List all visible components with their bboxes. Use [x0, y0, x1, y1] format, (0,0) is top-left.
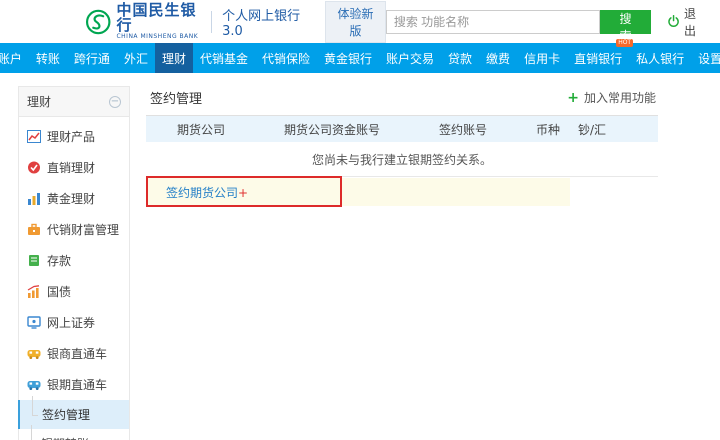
sidebar-subitem-contract-management[interactable]: 签约管理: [18, 400, 129, 429]
orange-bus-icon: [27, 347, 41, 360]
sidebar: 理财 − 理财产品 直销理财 黄金理财 代销财富管理 存款: [18, 86, 130, 440]
nav-item-credit-card[interactable]: 信用卡: [517, 43, 567, 73]
table-header-row: 期货公司 期货公司资金账号 签约账号 币种 钞/汇: [146, 116, 658, 142]
header-divider: [211, 11, 212, 33]
blue-bus-icon: [27, 378, 41, 391]
tree-connector: [20, 408, 42, 422]
sidebar-item-label: 国债: [47, 283, 71, 300]
column-currency: 币种: [518, 121, 578, 138]
sidebar-subitem-label: 银期转账: [41, 435, 89, 440]
sign-link-plus: +: [238, 186, 248, 200]
column-cash-exchange: 钞/汇: [578, 121, 648, 138]
add-common-label: 加入常用功能: [584, 89, 656, 106]
power-icon: [667, 14, 680, 29]
try-new-version-button[interactable]: 体验新版: [325, 1, 386, 43]
sidebar-item-bank-futures-express[interactable]: 银期直通车: [19, 369, 129, 400]
sign-futures-company-link[interactable]: 签约期货公司+: [166, 184, 248, 201]
logout-button[interactable]: 退出: [667, 5, 705, 39]
nav-item-gold-bank[interactable]: 黄金银行: [317, 43, 379, 73]
column-futures-fund-account: 期货公司资金账号: [256, 121, 408, 138]
nav-item-settings[interactable]: 设置: [691, 43, 720, 73]
bank-name: 中国民生银行: [116, 3, 201, 33]
sidebar-item-treasury-bonds[interactable]: 国债: [19, 276, 129, 307]
nav-item-transfer[interactable]: 转账: [29, 43, 67, 73]
sidebar-item-deposits[interactable]: 存款: [19, 245, 129, 276]
sidebar-item-bank-merchant-express[interactable]: 银商直通车: [19, 338, 129, 369]
sidebar-item-label: 存款: [47, 252, 71, 269]
nav-item-wealth[interactable]: 理财: [155, 43, 193, 73]
sidebar-item-label: 理财产品: [47, 128, 95, 145]
nav-item-payments[interactable]: 缴费: [479, 43, 517, 73]
page-title: 签约管理: [150, 88, 202, 107]
sidebar-header[interactable]: 理财 −: [19, 87, 129, 117]
add-to-common-functions-button[interactable]: + 加入常用功能: [567, 89, 656, 106]
sidebar-subitem-label: 签约管理: [42, 406, 90, 423]
sidebar-item-wealth-products[interactable]: 理财产品: [19, 121, 129, 152]
sidebar-item-label: 代销财富管理: [47, 221, 119, 238]
search-input[interactable]: [386, 10, 600, 34]
bank-name-en: CHINA MINSHENG BANK: [116, 33, 201, 41]
sign-link-label: 签约期货公司: [166, 186, 238, 200]
column-futures-company: 期货公司: [146, 121, 256, 138]
nav-item-private-bank[interactable]: 私人银行: [629, 43, 691, 73]
empty-state-message: 您尚未与我行建立银期签约关系。: [146, 142, 658, 177]
sidebar-item-label: 直销理财: [47, 159, 95, 176]
column-contract-account: 签约账号: [408, 121, 518, 138]
sidebar-item-label: 银商直通车: [47, 345, 107, 362]
sidebar-subitem-bank-futures-transfer[interactable]: 银期转账: [19, 429, 129, 440]
nav-item-funds[interactable]: 代销基金: [193, 43, 255, 73]
nav-item-accounts[interactable]: 账户: [0, 43, 29, 73]
tree-connector: [19, 437, 41, 440]
nav-item-loans[interactable]: 贷款: [441, 43, 479, 73]
nav-item-account-trade[interactable]: 账户交易: [379, 43, 441, 73]
main-content: 签约管理 + 加入常用功能 期货公司 期货公司资金账号 签约账号 币种 钞/汇 …: [146, 86, 658, 440]
search-box: 搜索: [386, 10, 651, 34]
bank-logo: 中国民生银行 CHINA MINSHENG BANK: [85, 3, 201, 41]
sidebar-item-label: 网上证券: [47, 314, 95, 331]
sidebar-item-label: 黄金理财: [47, 190, 95, 207]
sign-action-row: 签约期货公司+: [146, 178, 570, 206]
main-nav: 首页 账户 转账 跨行通 外汇 理财 代销基金 代销保险 黄金银行 账户交易 贷…: [0, 43, 720, 73]
plus-icon: +: [567, 92, 579, 104]
nav-item-forex[interactable]: 外汇: [117, 43, 155, 73]
search-button[interactable]: 搜索: [600, 10, 651, 34]
product-title: 个人网上银行 3.0: [222, 5, 313, 39]
sidebar-item-agency-wealth[interactable]: 代销财富管理: [19, 214, 129, 245]
line-chart-icon: [27, 130, 41, 143]
minsheng-swirl-icon: [85, 7, 111, 37]
minus-circle-icon[interactable]: −: [109, 96, 121, 108]
monitor-icon: [27, 316, 41, 329]
trend-chart-icon: [27, 285, 41, 298]
logout-label: 退出: [684, 5, 705, 39]
red-badge-icon: [27, 161, 41, 174]
nav-item-direct-bank[interactable]: 直销银行 HOT: [567, 43, 629, 73]
nav-item-insurance[interactable]: 代销保险: [255, 43, 317, 73]
gold-bar-chart-icon: [27, 192, 41, 205]
top-header: 中国民生银行 CHINA MINSHENG BANK 个人网上银行 3.0 体验…: [0, 0, 720, 43]
sidebar-item-label: 银期直通车: [47, 376, 107, 393]
sidebar-item-direct-wealth[interactable]: 直销理财: [19, 152, 129, 183]
briefcase-icon: [27, 223, 41, 236]
sidebar-item-online-securities[interactable]: 网上证券: [19, 307, 129, 338]
nav-item-interbank[interactable]: 跨行通: [67, 43, 117, 73]
sidebar-item-gold-wealth[interactable]: 黄金理财: [19, 183, 129, 214]
sidebar-title: 理财: [27, 93, 51, 110]
nav-item-label: 直销银行: [574, 50, 622, 67]
deposit-book-icon: [27, 254, 41, 267]
